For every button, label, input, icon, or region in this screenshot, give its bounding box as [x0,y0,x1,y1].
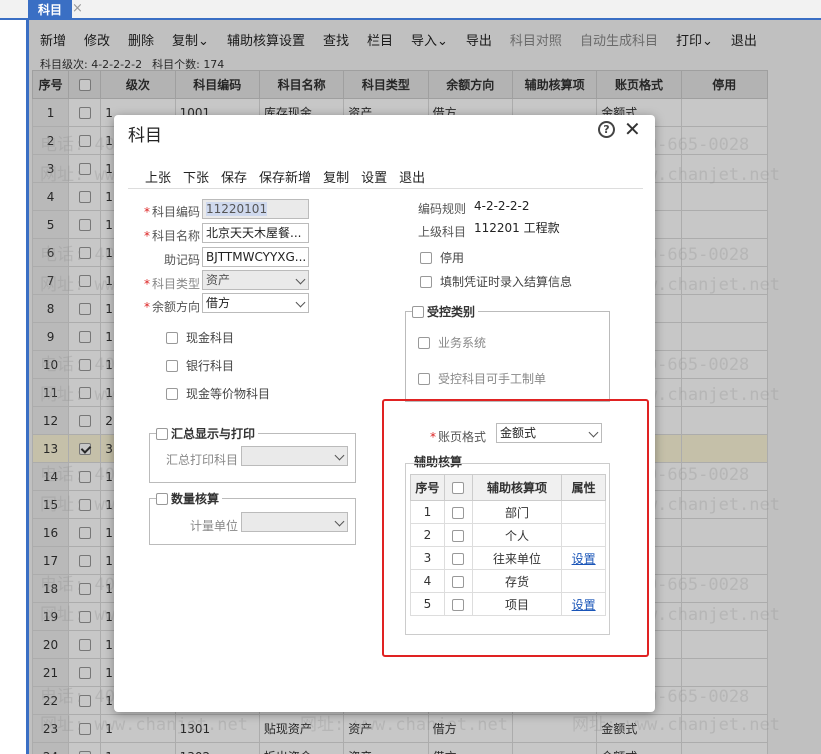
toolbar-divider [128,188,643,189]
chevron-down-icon [334,450,345,461]
controlled-checkbox[interactable] [412,305,424,318]
parent-value: 112201 工程款 [474,221,560,235]
cash-checkbox[interactable] [166,331,178,344]
disable-checkbox[interactable] [420,251,432,264]
cash-eq-checkbox-row[interactable]: 现金等价物科目 [166,385,270,402]
copy-button[interactable]: 复制 [323,167,349,186]
type-select[interactable]: 资产 [202,270,309,290]
cash-eq-checkbox[interactable] [166,387,178,400]
controlled-group-title[interactable]: 受控类别 [412,303,479,320]
help-icon[interactable]: ? [598,121,615,138]
mnemonic-field[interactable]: BJTTMWCYYXG... [202,247,309,267]
summary-group-title[interactable]: 汇总显示与打印 [156,425,259,442]
parent-label: 上级科目 [418,225,467,239]
dialog-title: 科目 [128,126,162,146]
rule-value: 4-2-2-2-2 [474,199,530,213]
prev-button[interactable]: 上张 [145,167,171,186]
name-field[interactable]: 北京天天木屋餐... [202,223,309,243]
name-label: * 科目名称 [143,229,200,243]
settle-checkbox-row[interactable]: 填制凭证时录入结算信息 [420,273,572,290]
save-button[interactable]: 保存 [221,167,247,186]
business-checkbox[interactable] [418,336,430,349]
settings-button[interactable]: 设置 [361,167,387,186]
type-label: * 科目类型 [143,277,200,291]
chevron-down-icon [334,516,345,527]
tab-strip: 科目 × [0,0,821,20]
chevron-down-icon [295,297,306,308]
dialog-toolbar: 上张 下张 保存 保存新增 复制 设置 退出 [145,167,437,186]
controlled-group: 受控类别 业务系统 受控科目可手工制单 [405,303,610,402]
direction-select[interactable]: 借方 [202,293,309,313]
cash-checkbox-row[interactable]: 现金科目 [166,329,234,346]
save-new-button[interactable]: 保存新增 [259,167,311,186]
quantity-group-title[interactable]: 数量核算 [156,490,223,507]
next-button[interactable]: 下张 [183,167,209,186]
disable-checkbox-row[interactable]: 停用 [420,249,464,266]
close-icon[interactable]: ✕ [624,117,641,141]
mnemonic-label: 助记码 [163,253,200,267]
business-checkbox-row[interactable]: 业务系统 [418,334,486,351]
bank-checkbox-row[interactable]: 银行科目 [166,357,234,374]
tab-close-icon[interactable]: × [72,1,83,16]
manual-checkbox-row[interactable]: 受控科目可手工制单 [418,370,546,387]
summary-print-label: 汇总打印科目 [165,453,238,467]
quantity-group: 数量核算 计量单位 [149,490,356,545]
rule-label: 编码规则 [418,202,467,216]
manual-checkbox[interactable] [418,372,430,385]
chevron-down-icon [295,274,306,285]
summary-print-select[interactable] [241,446,348,466]
direction-label: * 余额方向 [143,300,200,314]
tab-subjects[interactable]: 科目 [28,0,73,20]
summary-checkbox[interactable] [156,427,168,440]
unit-label: 计量单位 [189,519,238,533]
unit-select[interactable] [241,512,348,532]
quantity-checkbox[interactable] [156,492,168,505]
bank-checkbox[interactable] [166,359,178,372]
exit-button[interactable]: 退出 [399,167,425,186]
code-field[interactable]: 11220101 [202,199,309,219]
settle-checkbox[interactable] [420,275,432,288]
summary-group: 汇总显示与打印 汇总打印科目 [149,425,356,483]
code-label: * 科目编码 [143,205,200,219]
highlight-box [382,399,649,657]
